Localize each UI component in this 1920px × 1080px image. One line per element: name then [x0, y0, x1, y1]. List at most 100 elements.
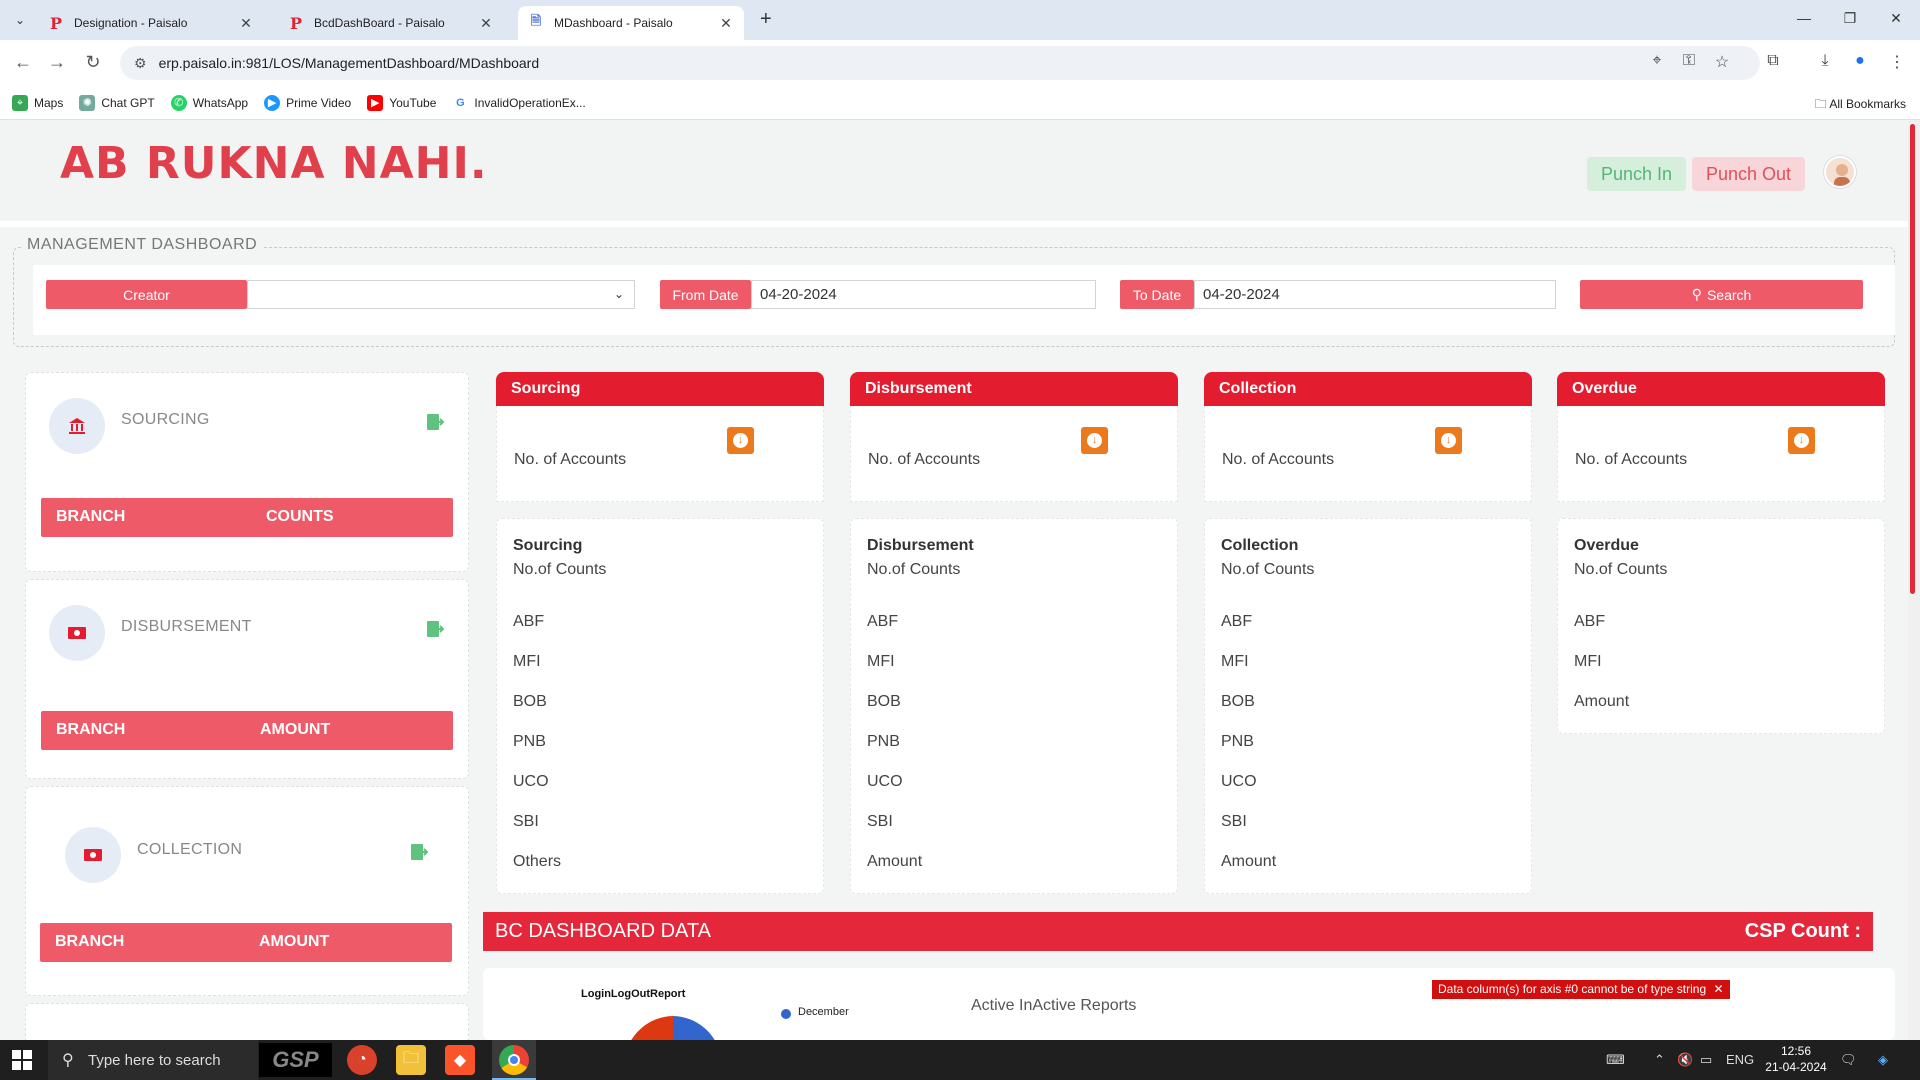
- url-input[interactable]: ⚙ erp.paisalo.in:981/LOS/ManagementDashb…: [120, 46, 1760, 80]
- bookmark-maps[interactable]: ⌖ Maps: [12, 94, 63, 111]
- taskbar-search-box[interactable]: ⚲ Type here to search: [48, 1040, 258, 1080]
- minimize-icon[interactable]: —: [1794, 10, 1814, 26]
- export-excel-icon[interactable]: [426, 620, 444, 638]
- sourcing-branch-card: SOURCING BRANCH COUNTS: [25, 372, 469, 572]
- windows-start-icon[interactable]: [12, 1050, 32, 1070]
- chart-error-message: Data column(s) for axis #0 cannot be of …: [1432, 980, 1730, 999]
- to-date-label: To Date: [1120, 280, 1194, 309]
- punch-in-button[interactable]: Punch In: [1587, 157, 1687, 191]
- download-button[interactable]: ↓: [1435, 427, 1462, 454]
- download-button[interactable]: ↓: [727, 427, 754, 454]
- search-icon: ⚲: [62, 1052, 74, 1069]
- sourcing-detail-card: Sourcing No.of Counts ABF MFI BOB PNB UC…: [496, 518, 824, 894]
- login-logout-chart-title: LoginLogOutReport: [581, 988, 686, 1000]
- bookmark-chatgpt[interactable]: ✺ Chat GPT: [79, 94, 155, 111]
- avatar[interactable]: [1824, 156, 1856, 188]
- restore-icon[interactable]: ❐: [1840, 10, 1860, 27]
- to-date-input[interactable]: 04-20-2024: [1194, 280, 1556, 309]
- language-indicator[interactable]: ENG: [1726, 1052, 1754, 1067]
- reload-icon[interactable]: ↻: [82, 52, 104, 73]
- folder-icon: 🗀: [1814, 97, 1827, 111]
- profile-icon[interactable]: ●: [1849, 52, 1871, 70]
- money-icon: [49, 605, 105, 661]
- back-icon[interactable]: ←: [12, 52, 34, 73]
- network-icon[interactable]: ▭: [1700, 1052, 1712, 1068]
- error-close-icon[interactable]: ✕: [1713, 982, 1723, 996]
- notifications-icon[interactable]: 🗨: [1840, 1052, 1857, 1068]
- list-item: MFI: [867, 653, 895, 670]
- location-icon[interactable]: ⌖: [1647, 52, 1667, 70]
- card-header: Overdue: [1557, 372, 1885, 406]
- column-amount: AMOUNT: [259, 933, 330, 950]
- bookmarks-bar: ⌖ Maps ✺ Chat GPT ✆ WhatsApp ▶ Prime Vid…: [0, 86, 1920, 120]
- from-date-input[interactable]: 04-20-2024: [751, 280, 1096, 309]
- tab-title: Designation - Paisalo: [74, 16, 188, 30]
- search-button[interactable]: ⚲ Search: [1580, 280, 1863, 309]
- collection-branch-card: COLLECTION: [25, 786, 469, 1080]
- all-bookmarks[interactable]: 🗀 All Bookmarks: [1815, 95, 1906, 116]
- paisalo-favicon-icon: P: [289, 13, 303, 33]
- list-item: MFI: [1221, 653, 1249, 670]
- bookmark-whatsapp[interactable]: ✆ WhatsApp: [170, 94, 248, 111]
- site-info-icon[interactable]: ⚙: [134, 55, 147, 72]
- password-key-icon[interactable]: ⚿: [1679, 52, 1699, 70]
- bookmark-star-icon[interactable]: ☆: [1712, 52, 1732, 72]
- creator-select[interactable]: ⌄: [247, 280, 635, 309]
- tab-bcd-dashboard[interactable]: P BcdDashBoard - Paisalo ✕: [278, 6, 504, 40]
- chevron-up-icon[interactable]: ⌃: [1654, 1052, 1665, 1068]
- collection-detail-card: Collection No.of Counts ABF MFI BOB PNB …: [1204, 518, 1532, 894]
- extensions-icon[interactable]: ⧉: [1762, 52, 1784, 70]
- bookmark-prime-video[interactable]: ▶ Prime Video: [264, 94, 351, 111]
- menu-kebab-icon[interactable]: ⋮: [1886, 52, 1908, 72]
- list-item: PNB: [1221, 733, 1254, 750]
- app-icon[interactable]: ◔: [347, 1045, 377, 1075]
- list-item: MFI: [513, 653, 541, 670]
- tab-mdashboard[interactable]: 🗎 MDashboard - Paisalo ✕: [518, 6, 744, 40]
- tab-close-icon[interactable]: ✕: [478, 15, 494, 32]
- brave-browser-icon[interactable]: ◆: [445, 1045, 475, 1075]
- window-close-icon[interactable]: ✕: [1886, 10, 1906, 27]
- list-item: Amount: [867, 853, 923, 870]
- tab-search-chevron-icon[interactable]: ⌄: [10, 10, 30, 30]
- chrome-icon[interactable]: [499, 1045, 529, 1075]
- page-scrollbar[interactable]: [1908, 120, 1920, 1040]
- tab-designation[interactable]: P Designation - Paisalo ✕: [38, 6, 264, 40]
- file-explorer-icon[interactable]: 🗀: [396, 1045, 426, 1075]
- site-header: AB RUKNA NAHI. Punch In Punch Out: [0, 120, 1908, 227]
- system-clock[interactable]: 12:56 21-04-2024: [1756, 1043, 1836, 1075]
- search-button-label: Search: [1706, 286, 1752, 303]
- card-subtitle: No.of Counts: [1574, 561, 1668, 578]
- download-button[interactable]: ↓: [1788, 427, 1815, 454]
- copilot-icon[interactable]: ◈: [1878, 1052, 1888, 1068]
- download-button[interactable]: ↓: [1081, 427, 1108, 454]
- bookmark-invalid-operation[interactable]: G InvalidOperationEx...: [452, 94, 586, 111]
- prime-video-icon: ▶: [264, 94, 281, 111]
- export-excel-icon[interactable]: [410, 843, 428, 861]
- bc-dashboard-title: BC DASHBOARD DATA: [495, 920, 711, 942]
- branch-counts-header: BRANCH COUNTS: [41, 498, 453, 537]
- list-item: Others: [513, 853, 562, 870]
- gsp-app-icon[interactable]: GSP: [259, 1043, 332, 1077]
- keyboard-icon[interactable]: ⌨: [1606, 1052, 1625, 1068]
- forward-icon[interactable]: →: [46, 52, 68, 73]
- tab-close-icon[interactable]: ✕: [238, 15, 254, 32]
- pie-slice: [673, 1016, 715, 1040]
- punch-out-button[interactable]: Punch Out: [1692, 157, 1806, 191]
- column-amount: AMOUNT: [260, 721, 331, 738]
- export-excel-icon[interactable]: [426, 413, 444, 431]
- list-item: ABF: [1221, 613, 1253, 630]
- login-logout-pie-chart: [631, 1016, 715, 1040]
- new-tab-icon[interactable]: +: [760, 8, 772, 31]
- branch-amount-header: BRANCH AMOUNT: [41, 711, 453, 750]
- download-icon[interactable]: ⤓: [1814, 52, 1836, 70]
- legend-marker: [781, 1009, 791, 1019]
- bank-icon: [49, 398, 105, 454]
- overdue-summary-card: Overdue ↓ No. of Accounts: [1557, 372, 1885, 502]
- tab-close-icon[interactable]: ✕: [718, 15, 734, 32]
- download-arrow-icon: ↓: [1794, 433, 1809, 448]
- bookmark-youtube[interactable]: ▶ YouTube: [367, 94, 436, 111]
- disbursement-branch-card: DISBURSEMENT BRANCH AMOUNT: [25, 579, 469, 779]
- scrollbar-thumb[interactable]: [1910, 124, 1915, 594]
- card-title: COLLECTION: [137, 841, 243, 858]
- volume-muted-icon[interactable]: 🔇: [1677, 1052, 1693, 1068]
